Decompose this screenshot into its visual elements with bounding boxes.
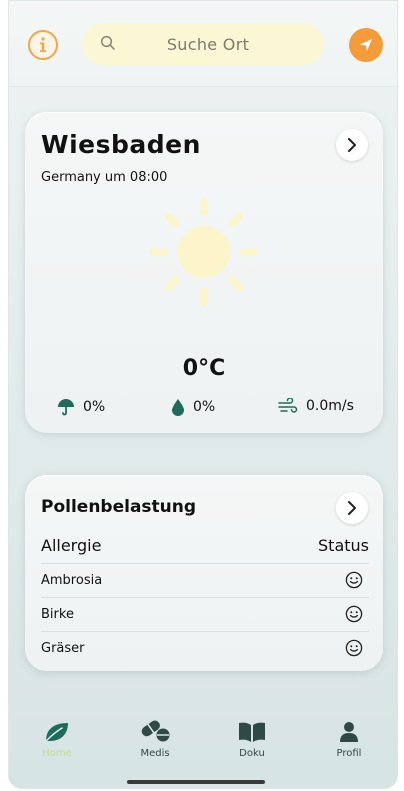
wind-icon [278,398,298,413]
book-icon [239,722,265,742]
wind-stat: 0.0m/s [278,398,354,414]
pollen-details-button[interactable] [336,492,368,524]
location-arrow-icon [360,39,372,51]
info-icon [40,37,46,52]
nav-item-home[interactable]: Home [22,717,92,759]
chevron-right-icon [348,501,356,515]
info-button[interactable] [28,30,58,60]
pollen-row[interactable]: Ambrosia [41,563,369,596]
search-icon [100,35,115,50]
humidity-value: 0% [193,399,216,415]
weather-details-button[interactable] [336,129,368,161]
app-screen: Suche Ort Wiesbaden Germany um 08:00 0°C… [8,0,398,789]
nav-label: Home [42,748,72,759]
temperature: 0°C [182,356,226,381]
umbrella-icon [58,399,74,416]
nav-label: Doku [239,748,265,759]
humidity-stat: 0% [171,398,215,416]
nav-label: Profil [336,748,362,759]
smiley-icon [345,571,363,589]
top-bar: Suche Ort [9,1,397,87]
home-indicator[interactable] [127,780,265,784]
pollen-name: Birke [41,606,74,622]
search-placeholder: Suche Ort [166,34,250,54]
nav-item-medis[interactable]: Medis [120,717,190,759]
pollen-row[interactable]: Gräser [41,631,369,664]
precipitation-value: 0% [83,399,106,415]
smiley-icon [345,605,363,623]
nav-item-profil[interactable]: Profil [314,717,384,759]
sun-icon [149,197,259,307]
pills-icon [141,720,170,742]
pollen-title: Pollenbelastung [41,497,197,517]
pollen-name: Ambrosia [41,572,103,588]
wind-value: 0.0m/s [306,398,354,414]
pollen-card: Pollenbelastung Allergie Status Ambrosia… [25,475,383,671]
location-button[interactable] [349,28,383,62]
city-name: Wiesbaden [41,130,201,159]
chevron-right-icon [348,138,356,152]
pollen-row[interactable]: Birke [41,597,369,630]
weather-card: Wiesbaden Germany um 08:00 0°C 0% 0% 0.0… [25,112,383,433]
person-icon [340,722,358,742]
status-column-header: Status [318,536,369,555]
leaf-icon [45,723,68,742]
search-input[interactable]: Suche Ort [82,23,324,65]
nav-item-doku[interactable]: Doku [217,717,287,759]
nav-label: Medis [140,748,170,759]
pollen-name: Gräser [41,640,85,656]
country-time: Germany um 08:00 [41,170,168,185]
smiley-icon [345,639,363,657]
precipitation-stat: 0% [57,398,105,416]
water-drop-icon [172,399,184,416]
allergy-column-header: Allergie [41,536,102,555]
